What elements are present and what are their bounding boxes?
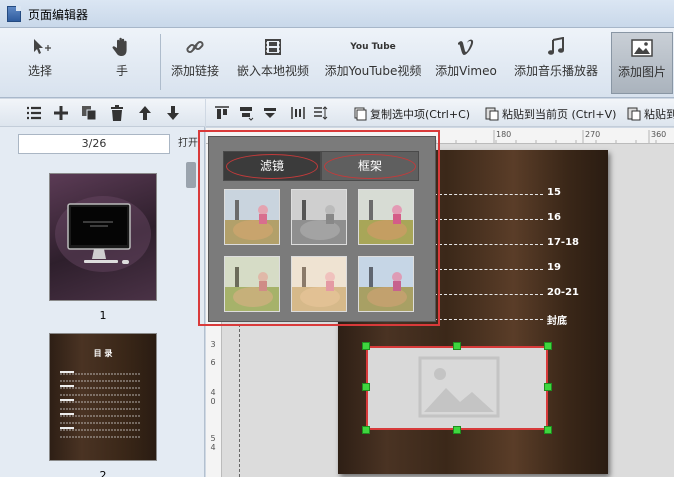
align-top-icon[interactable]	[214, 105, 230, 121]
select-arrow-icon	[10, 32, 70, 62]
dropdown-arrow-icon[interactable]	[262, 105, 278, 121]
hand-icon	[92, 32, 152, 62]
paste-to-icon[interactable]	[626, 105, 642, 121]
filter-preset-grayscale[interactable]	[291, 189, 347, 245]
embed-local-video-button[interactable]: 嵌入本地视频	[232, 32, 314, 94]
list-icon[interactable]	[25, 104, 43, 122]
tab-filter[interactable]: 滤镜	[223, 151, 321, 181]
page-thumbnail[interactable]: 目 录	[49, 333, 157, 461]
music-note-icon	[508, 32, 604, 62]
resize-handle[interactable]	[453, 426, 461, 434]
filter-preset-vintage[interactable]	[224, 256, 280, 312]
vimeo-icon	[432, 32, 500, 62]
paste-to-button[interactable]: 粘贴到	[644, 106, 674, 122]
monitor-illustration	[55, 196, 151, 272]
page-number-input[interactable]: 3/26	[18, 134, 170, 154]
page-number-label: 2	[99, 469, 107, 477]
title-bar: 页面编辑器	[0, 0, 674, 28]
paste-icon[interactable]	[484, 105, 500, 121]
align-middle-icon[interactable]	[238, 105, 254, 121]
add-link-button[interactable]: 添加链接	[166, 32, 224, 94]
thumbnail-scrollbar[interactable]	[186, 162, 196, 188]
toc-page-number: 17-18	[547, 237, 579, 248]
ruler-label: 0	[210, 397, 216, 406]
resize-handle[interactable]	[544, 426, 552, 434]
ruler-label: 4	[210, 388, 216, 397]
resize-handle[interactable]	[453, 342, 461, 350]
distribute-horizontal-icon[interactable]	[290, 105, 306, 121]
ribbon-separator	[160, 34, 161, 90]
toc-cover-label: 封底	[547, 316, 567, 327]
toc-page-number: 19	[547, 262, 561, 273]
image-placeholder[interactable]	[366, 346, 548, 430]
page-list-toolbar	[0, 99, 205, 127]
filter-panel: 滤镜 框架	[208, 136, 436, 322]
resize-handle[interactable]	[362, 383, 370, 391]
filter-preset-normal[interactable]	[224, 189, 280, 245]
resize-handle[interactable]	[362, 342, 370, 350]
edit-toolbar: 复制选中项(Ctrl+C) 粘贴到当前页 (Ctrl+V) 粘贴到	[206, 99, 674, 127]
add-vimeo-button[interactable]: 添加Vimeo	[432, 32, 500, 94]
tab-frame[interactable]: 框架	[321, 151, 419, 181]
ruler-label: 6	[210, 358, 216, 367]
ribbon-toolbar: 选择 手 添加链接 嵌入本地视频 You Tube 添加YouTube视频 添加…	[0, 28, 674, 98]
select-button[interactable]: 选择	[10, 32, 70, 94]
add-music-player-button[interactable]: 添加音乐播放器	[508, 32, 604, 94]
toc-page-number: 16	[547, 212, 561, 223]
image-icon	[612, 33, 672, 63]
ruler-label: 5	[210, 434, 216, 443]
move-down-icon[interactable]	[164, 104, 182, 122]
filter-panel-highlight: 滤镜 框架	[198, 130, 440, 326]
toc-page-number: 20-21	[547, 287, 579, 298]
resize-handle[interactable]	[544, 383, 552, 391]
filter-preset-cool[interactable]	[358, 256, 414, 312]
distribute-vertical-icon[interactable]	[312, 105, 328, 121]
youtube-icon: You Tube	[350, 41, 396, 52]
placeholder-image-icon	[418, 356, 500, 418]
copy-selection-button[interactable]: 复制选中项(Ctrl+C)	[370, 106, 470, 122]
add-image-button[interactable]: 添加图片	[611, 32, 673, 94]
link-icon	[166, 32, 224, 62]
hand-button[interactable]: 手	[92, 32, 152, 94]
toc-page-number: 15	[547, 187, 561, 198]
ruler-label: 180	[496, 130, 512, 139]
ruler-label: 360	[651, 130, 667, 139]
page-number-label: 1	[99, 309, 107, 322]
film-icon	[232, 32, 314, 62]
filter-preset-warm[interactable]	[358, 189, 414, 245]
delete-page-icon[interactable]	[108, 104, 126, 122]
filter-preset-faded[interactable]	[291, 256, 347, 312]
app-icon	[7, 6, 21, 22]
duplicate-page-icon[interactable]	[80, 104, 98, 122]
ruler-label: 270	[585, 130, 601, 139]
copy-icon[interactable]	[352, 105, 368, 121]
window-title: 页面编辑器	[28, 8, 89, 22]
resize-handle[interactable]	[544, 342, 552, 350]
ruler-label: 3	[210, 340, 216, 349]
toc-lines-illustration	[60, 371, 140, 438]
ruler-label: 4	[210, 443, 216, 452]
resize-handle[interactable]	[362, 426, 370, 434]
add-page-icon[interactable]	[52, 104, 70, 122]
add-youtube-video-button[interactable]: You Tube 添加YouTube视频	[320, 32, 426, 94]
move-up-icon[interactable]	[136, 104, 154, 122]
paste-to-current-page-button[interactable]: 粘贴到当前页 (Ctrl+V)	[502, 106, 616, 122]
page-thumbnail[interactable]	[49, 173, 157, 301]
page-list-panel: 3/26 打开 1 目 录 2	[0, 99, 205, 477]
